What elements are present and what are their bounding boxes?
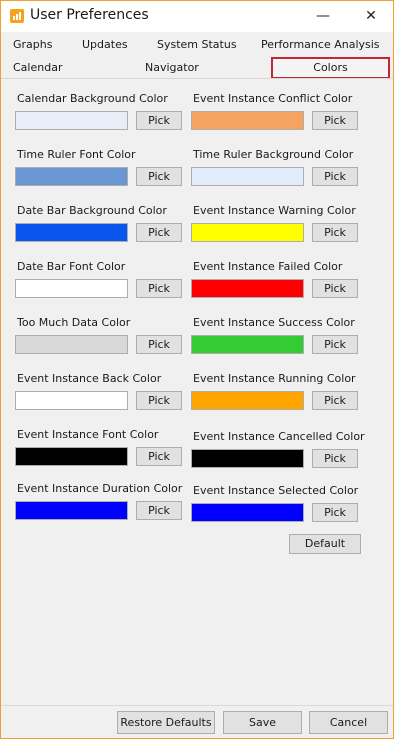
date-bar-background-color-swatch	[15, 223, 128, 242]
default-button[interactable]: Default	[289, 534, 361, 554]
event-instance-failed-color-swatch	[191, 279, 304, 298]
calendar-background-color-label: Calendar Background Color	[17, 92, 168, 105]
cancel-button[interactable]: Cancel	[309, 711, 388, 734]
event-instance-warning-color-label: Event Instance Warning Color	[193, 204, 356, 217]
event-instance-selected-color-pick-button[interactable]: Pick	[312, 503, 358, 522]
event-instance-conflict-color-label: Event Instance Conflict Color	[193, 92, 353, 105]
date-bar-background-color-pick-button[interactable]: Pick	[136, 223, 182, 242]
event-instance-cancelled-color-swatch	[191, 449, 304, 468]
event-instance-font-color-swatch	[15, 447, 128, 466]
event-instance-duration-color-swatch	[15, 501, 128, 520]
calendar-background-color-pick-button[interactable]: Pick	[136, 111, 182, 130]
colors-panel: Calendar Background Color Pick Time Ruler …	[1, 79, 393, 699]
event-instance-running-color-pick-button[interactable]: Pick	[312, 391, 358, 410]
time-ruler-font-color-pick-button[interactable]: Pick	[136, 167, 182, 186]
tab-system-status[interactable]: System Status	[157, 36, 237, 54]
event-instance-warning-color-swatch	[191, 223, 304, 242]
time-ruler-font-color-label: Time Ruler Font Color	[17, 148, 136, 161]
minimize-button[interactable]: —	[308, 5, 338, 27]
title-bar: User Preferences — ✕	[1, 1, 393, 32]
event-instance-duration-color-label: Event Instance Duration Color	[17, 482, 183, 495]
event-instance-back-color-swatch	[15, 391, 128, 410]
time-ruler-background-color-pick-button[interactable]: Pick	[312, 167, 358, 186]
event-instance-conflict-color-pick-button[interactable]: Pick	[312, 111, 358, 130]
time-ruler-font-color-swatch	[15, 167, 128, 186]
date-bar-font-color-label: Date Bar Font Color	[17, 260, 126, 273]
save-button[interactable]: Save	[223, 711, 302, 734]
event-instance-cancelled-color-pick-button[interactable]: Pick	[312, 449, 358, 468]
time-ruler-background-color-swatch	[191, 167, 304, 186]
too-much-data-color-label: Too Much Data Color	[17, 316, 131, 329]
event-instance-back-color-pick-button[interactable]: Pick	[136, 391, 182, 410]
event-instance-success-color-pick-button[interactable]: Pick	[312, 335, 358, 354]
event-instance-failed-color-label: Event Instance Failed Color	[193, 260, 343, 273]
date-bar-background-color-label: Date Bar Background Color	[17, 204, 167, 217]
calendar-background-color-swatch	[15, 111, 128, 130]
window-title: User Preferences	[30, 7, 149, 23]
tab-colors[interactable]: Colors	[271, 57, 390, 79]
event-instance-back-color-label: Event Instance Back Color	[17, 372, 162, 385]
preferences-window: User Preferences — ✕ Graphs Updates Syst…	[0, 0, 394, 739]
tab-updates[interactable]: Updates	[82, 36, 128, 54]
too-much-data-color-pick-button[interactable]: Pick	[136, 335, 182, 354]
date-bar-font-color-pick-button[interactable]: Pick	[136, 279, 182, 298]
footer-divider	[1, 705, 393, 706]
event-instance-cancelled-color-label: Event Instance Cancelled Color	[193, 430, 365, 443]
close-button[interactable]: ✕	[356, 5, 386, 27]
tab-navigator[interactable]: Navigator	[145, 59, 199, 77]
date-bar-font-color-swatch	[15, 279, 128, 298]
event-instance-warning-color-pick-button[interactable]: Pick	[312, 223, 358, 242]
app-chart-icon	[10, 9, 24, 23]
event-instance-success-color-label: Event Instance Success Color	[193, 316, 355, 329]
too-much-data-color-swatch	[15, 335, 128, 354]
event-instance-duration-color-pick-button[interactable]: Pick	[136, 501, 182, 520]
time-ruler-background-color-label: Time Ruler Background Color	[193, 148, 354, 161]
event-instance-failed-color-pick-button[interactable]: Pick	[312, 279, 358, 298]
event-instance-running-color-label: Event Instance Running Color	[193, 372, 356, 385]
tab-graphs[interactable]: Graphs	[13, 36, 52, 54]
event-instance-conflict-color-swatch	[191, 111, 304, 130]
event-instance-selected-color-label: Event Instance Selected Color	[193, 484, 359, 497]
tab-calendar[interactable]: Calendar	[13, 59, 62, 77]
event-instance-success-color-swatch	[191, 335, 304, 354]
event-instance-selected-color-swatch	[191, 503, 304, 522]
event-instance-font-color-pick-button[interactable]: Pick	[136, 447, 182, 466]
restore-defaults-button[interactable]: Restore Defaults	[117, 711, 215, 734]
event-instance-running-color-swatch	[191, 391, 304, 410]
tab-performance-analysis[interactable]: Performance Analysis	[261, 36, 380, 54]
event-instance-font-color-label: Event Instance Font Color	[17, 428, 159, 441]
